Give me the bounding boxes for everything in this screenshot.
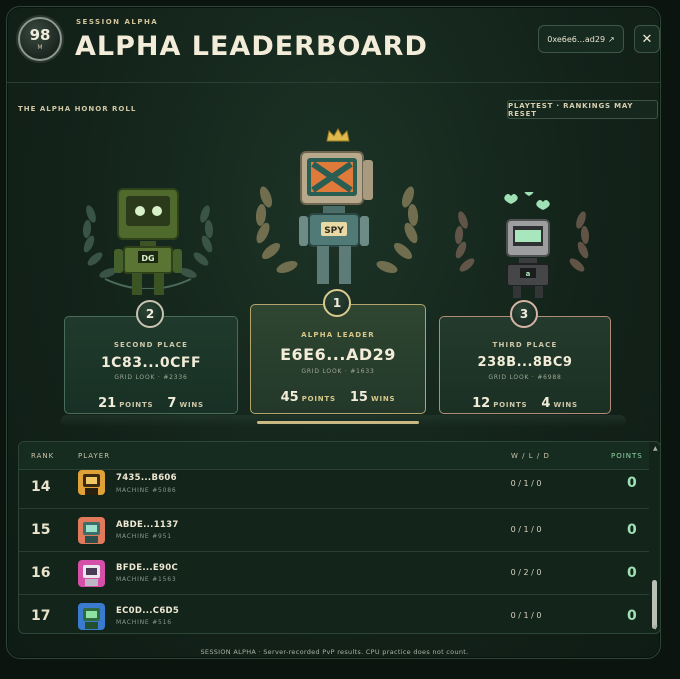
svg-text:DG: DG — [141, 254, 154, 263]
player-avatar — [78, 470, 105, 495]
grid-look: GRID LOOK · #2336 — [114, 374, 188, 381]
podium-card-first: ALPHA LEADER E6E6...AD29 GRID LOOK · #16… — [250, 304, 426, 414]
close-icon: ✕ — [641, 31, 653, 47]
page-title: ALPHA LEADERBOARD — [75, 31, 428, 62]
player-name: E6E6...AD29 — [280, 345, 396, 364]
podium-stats: 21 POINTS 7 WINS — [65, 392, 237, 411]
leader-highlight-bar — [257, 421, 419, 424]
podium-card-third: THIRD PLACE 238B...8BC9 GRID LOOK · #698… — [439, 316, 611, 414]
machine-id: MACHINE #5086 — [116, 487, 177, 494]
wins-value: 4 — [541, 396, 551, 411]
podium-stats: 45 POINTS 15 WINS — [251, 386, 425, 405]
row-wld: 0 / 1 / 0 — [510, 611, 542, 620]
machine-id: MACHINE #951 — [116, 533, 172, 540]
header: 98 M SESSION ALPHA ALPHA LEADERBOARD 0xe… — [7, 7, 660, 83]
session-badge: 98 M — [18, 17, 62, 61]
wallet-address: 0xe6e6…ad29 — [547, 34, 606, 44]
row-rank: 17 — [31, 608, 51, 624]
badge-value: 98 — [29, 25, 51, 44]
rank-badge-third: 3 — [510, 300, 538, 328]
row-wld: 0 / 1 / 0 — [510, 525, 542, 534]
wins-unit: WINS — [179, 401, 204, 409]
points-value: 12 — [472, 396, 491, 411]
leaderboard-table: RANK PLAYER W / L / D POINTS 14 7435...B… — [18, 441, 660, 634]
badge-unit: M — [37, 43, 43, 51]
row-points: 0 — [627, 608, 637, 624]
row-points: 0 — [627, 565, 637, 581]
wins-value: 7 — [167, 396, 177, 411]
robot-screen-text: SPY — [324, 226, 344, 236]
scrollbar-thumb[interactable] — [652, 580, 657, 629]
wins-value: 15 — [349, 390, 368, 405]
external-link-icon: ↗ — [608, 34, 615, 44]
table-header: RANK PLAYER W / L / D POINTS — [19, 442, 649, 470]
points-unit: POINTS — [493, 401, 528, 409]
podium-stats: 12 POINTS 4 WINS — [440, 392, 610, 411]
crown-icon — [326, 127, 350, 142]
table-row[interactable]: 16 BFDE...E90C MACHINE #1563 0 / 2 / 0 0 — [19, 552, 649, 595]
grid-look: GRID LOOK · #1633 — [301, 368, 375, 375]
rank-badge-first: 1 — [323, 289, 351, 317]
machine-id: MACHINE #516 — [116, 619, 172, 626]
table-row[interactable]: 17 EC0D...C6D5 MACHINE #516 0 / 1 / 0 0 — [19, 595, 649, 633]
player-name: 1C83...0CFF — [100, 355, 202, 371]
player-name: 238B...8BC9 — [477, 355, 573, 370]
wallet-button[interactable]: 0xe6e6…ad29 ↗ — [538, 25, 624, 53]
row-rank: 15 — [31, 522, 51, 538]
points-unit: POINTS — [119, 401, 154, 409]
wins-unit: WINS — [553, 401, 578, 409]
column-header-rank: RANK — [31, 452, 55, 460]
place-label: SECOND PLACE — [113, 341, 189, 349]
player-name: ABDE...1137 — [116, 520, 179, 530]
honor-roll-title: THE ALPHA HONOR ROLL — [18, 105, 137, 113]
place-label: THIRD PLACE — [492, 341, 558, 349]
row-rank: 14 — [31, 479, 51, 495]
column-header-wld: W / L / D — [511, 452, 550, 460]
player-name: 7435...B606 — [116, 473, 177, 483]
place-label: ALPHA LEADER — [301, 331, 375, 339]
column-header-player: PLAYER — [78, 452, 111, 460]
session-label: SESSION ALPHA — [76, 18, 159, 26]
table-row[interactable]: 15 ABDE...1137 MACHINE #951 0 / 1 / 0 0 — [19, 509, 649, 552]
robot-avatar-first: SPY — [299, 151, 373, 284]
podium-card-second: SECOND PLACE 1C83...0CFF GRID LOOK · #23… — [64, 316, 238, 414]
row-points: 0 — [627, 475, 637, 491]
points-unit: POINTS — [301, 395, 336, 403]
player-avatar — [78, 603, 105, 630]
player-name: EC0D...C6D5 — [116, 606, 180, 616]
points-value: 21 — [98, 396, 117, 411]
playtest-notice: PLAYTEST · RANKINGS MAY RESET — [507, 100, 658, 119]
footer-note: SESSION ALPHA · Server-recorded PvP resu… — [200, 648, 469, 656]
table-row[interactable]: 14 7435...B606 MACHINE #5086 0 / 1 / 0 0 — [19, 470, 649, 509]
close-button[interactable]: ✕ — [634, 25, 660, 53]
row-wld: 0 / 1 / 0 — [510, 479, 542, 488]
machine-id: MACHINE #1563 — [116, 576, 177, 583]
rank-badge-second: 2 — [136, 300, 164, 328]
player-name: BFDE...E90C — [116, 563, 179, 573]
player-avatar — [78, 560, 105, 587]
column-header-points: POINTS — [611, 452, 643, 460]
row-points: 0 — [627, 522, 637, 538]
scroll-up-icon[interactable]: ▲ — [653, 445, 658, 452]
svg-text:a: a — [526, 270, 531, 278]
points-value: 45 — [280, 390, 299, 405]
leaderboard-panel: 98 M SESSION ALPHA ALPHA LEADERBOARD 0xe… — [6, 6, 661, 659]
robot-avatar-third: a — [504, 192, 550, 298]
player-avatar — [78, 517, 105, 544]
wins-unit: WINS — [370, 395, 396, 403]
row-wld: 0 / 2 / 0 — [510, 568, 542, 577]
row-rank: 16 — [31, 565, 51, 581]
grid-look: GRID LOOK · #6988 — [488, 374, 562, 381]
scroll-down-icon[interactable]: ▼ — [653, 624, 658, 631]
robot-avatar-second: DG — [114, 188, 182, 295]
